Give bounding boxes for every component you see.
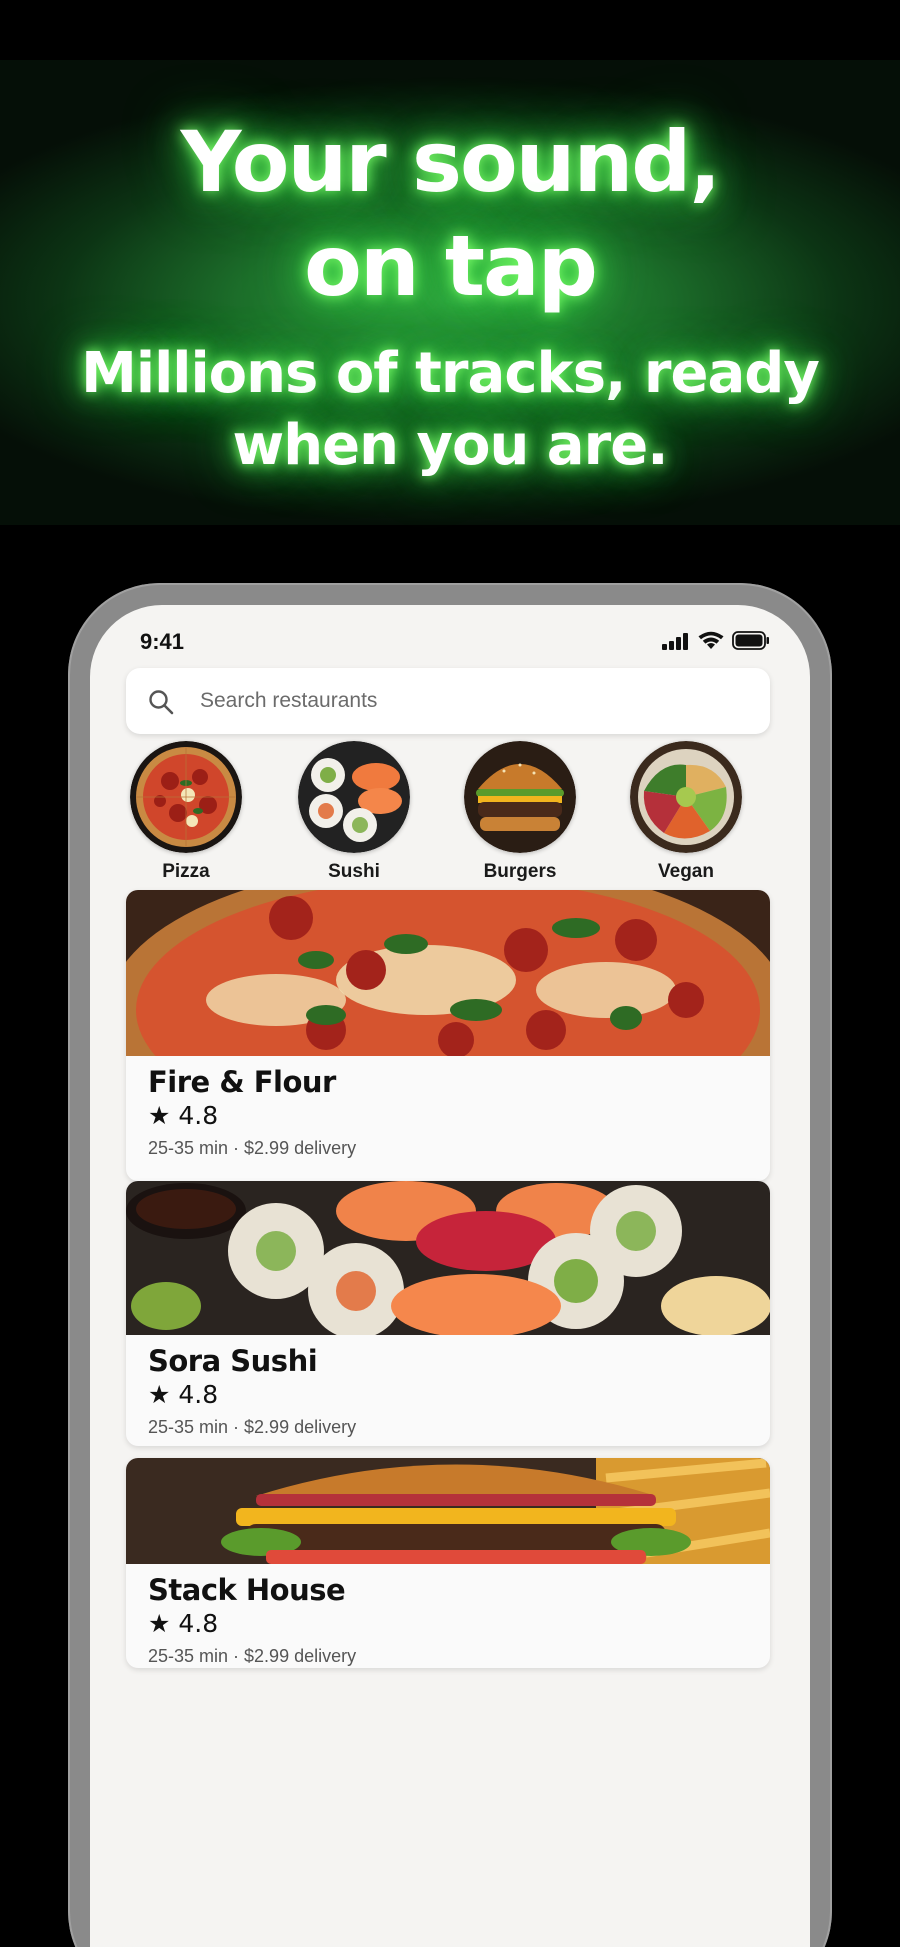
restaurant-meta: 25-35 min · $2.99 delivery bbox=[148, 1646, 357, 1666]
category-label: Pizza bbox=[162, 861, 210, 882]
category-burgers[interactable]: Burgers bbox=[460, 741, 580, 883]
category-row: Pizza Sushi Burgers Vegan bbox=[126, 741, 770, 883]
burger-photo bbox=[126, 1458, 770, 1564]
restaurant-name: Fire & Flour bbox=[148, 1065, 336, 1099]
restaurant-meta: 25-35 min · $2.99 delivery bbox=[148, 1417, 357, 1437]
restaurant-rating: ★ 4.8 bbox=[148, 1380, 219, 1409]
restaurant-meta: 25-35 min · $2.99 delivery bbox=[148, 1138, 357, 1158]
category-vegan[interactable]: Vegan bbox=[626, 741, 746, 883]
restaurant-rating: ★ 4.8 bbox=[148, 1609, 219, 1638]
cellular-signal-icon bbox=[662, 632, 688, 650]
promo-subline-line-1: Millions of tracks, ready bbox=[81, 341, 820, 406]
category-label: Vegan bbox=[658, 861, 714, 882]
promo-subline: Millions of tracks, ready when you are. bbox=[0, 338, 900, 482]
status-time: 9:41 bbox=[140, 629, 185, 654]
restaurant-info: Fire & Flour ★ 4.8 25-35 min · $2.99 del… bbox=[126, 1056, 770, 1162]
promo-headline-line-2: on tap bbox=[304, 217, 598, 315]
pizza-image bbox=[130, 741, 242, 853]
wifi-icon bbox=[698, 631, 724, 649]
vegan-bowl-image bbox=[630, 741, 742, 853]
restaurant-info: Sora Sushi ★ 4.8 25-35 min · $2.99 deliv… bbox=[126, 1335, 770, 1441]
restaurant-rating: ★ 4.8 bbox=[148, 1101, 219, 1130]
sushi-image bbox=[298, 741, 410, 853]
restaurant-info: Stack House ★ 4.8 25-35 min · $2.99 deli… bbox=[126, 1564, 770, 1668]
phone-screen: 9:41 Search restaurants Pizza Sushi Burg… bbox=[90, 605, 810, 1947]
search-bar[interactable] bbox=[126, 668, 770, 734]
promo-headline: Your sound, on tap bbox=[0, 110, 900, 318]
search-icon bbox=[149, 690, 174, 715]
restaurant-card[interactable]: Fire & Flour ★ 4.8 25-35 min · $2.99 del… bbox=[126, 890, 770, 1181]
sushi-photo bbox=[126, 1181, 770, 1335]
status-icons bbox=[662, 631, 770, 650]
promo-headline-line-1: Your sound, bbox=[180, 113, 722, 211]
category-sushi[interactable]: Sushi bbox=[294, 741, 414, 883]
restaurant-card[interactable]: Stack House ★ 4.8 25-35 min · $2.99 deli… bbox=[126, 1458, 770, 1668]
promo-subline-line-2: when you are. bbox=[232, 413, 669, 478]
search-input[interactable] bbox=[200, 668, 740, 734]
category-pizza[interactable]: Pizza bbox=[126, 741, 246, 883]
burger-image bbox=[464, 741, 576, 853]
pizza-photo bbox=[126, 890, 770, 1056]
battery-icon bbox=[732, 631, 769, 650]
promo-banner: Your sound, on tap Millions of tracks, r… bbox=[0, 60, 900, 525]
phone-frame: 9:41 Search restaurants Pizza Sushi Burg… bbox=[68, 583, 832, 1947]
category-label: Burgers bbox=[483, 861, 557, 882]
restaurant-name: Sora Sushi bbox=[148, 1344, 318, 1378]
restaurant-card[interactable]: Sora Sushi ★ 4.8 25-35 min · $2.99 deliv… bbox=[126, 1181, 770, 1446]
restaurant-name: Stack House bbox=[148, 1573, 346, 1607]
status-bar: 9:41 bbox=[90, 605, 810, 665]
category-label: Sushi bbox=[328, 861, 380, 882]
